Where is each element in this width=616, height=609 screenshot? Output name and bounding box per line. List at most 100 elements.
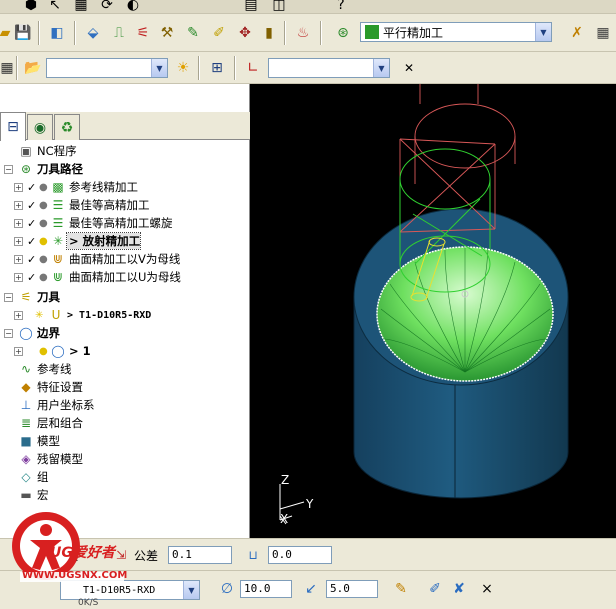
toolpath-item[interactable]: + ✓ ● ☰ 最佳等高精加工 <box>14 196 150 214</box>
tree-levels[interactable]: ≣ 层和组合 <box>4 414 83 432</box>
tree-nc-programs[interactable]: ▣ NC程序 <box>4 142 76 160</box>
bulb-icon[interactable]: ● <box>39 272 49 283</box>
thickness-field[interactable]: 0.0 <box>268 546 332 564</box>
light-icon[interactable]: ☀ <box>172 57 194 79</box>
toolpath-item[interactable]: + ✓ ● ☰ 最佳等高精加工螺旋 <box>14 214 173 232</box>
bulb-on-icon[interactable]: ● <box>27 346 49 357</box>
toolpath-folder-icon: ⊛ <box>20 162 32 176</box>
check-icon[interactable]: ✓ <box>27 199 39 212</box>
method-icon[interactable]: ⊛ <box>332 22 354 44</box>
tab-explorer[interactable]: ⊟ <box>0 112 26 141</box>
tree-reference-lines[interactable]: ∿ 参考线 <box>4 360 72 378</box>
save-icon[interactable]: 💾 <box>12 22 34 44</box>
toolpath-item[interactable]: + ✓ ● ▩ 参考线精加工 <box>14 178 138 196</box>
move-icon[interactable]: ✥ <box>234 22 256 44</box>
scene-3d <box>279 84 569 525</box>
chevron-down-icon[interactable]: ▼ <box>183 581 199 599</box>
tree-groups[interactable]: ◇ 组 <box>4 468 48 486</box>
bulb-icon[interactable]: ● <box>39 200 49 211</box>
block-icon[interactable]: ◧ <box>46 22 68 44</box>
expand-icon[interactable]: + <box>14 182 23 192</box>
radius-field[interactable]: 5.0 <box>326 580 378 598</box>
calculator-icon[interactable]: ▦ <box>592 22 614 44</box>
constant-z-icon: ☰ <box>52 198 64 212</box>
surface-icon: ⋓ <box>52 270 64 284</box>
toolpath-radial <box>376 246 554 382</box>
toolpath-item[interactable]: + ✓ ● ⋓ 曲面精加工以V为母线 <box>14 250 180 268</box>
tolerance-field[interactable]: 0.1 <box>168 546 232 564</box>
chevron-down-icon[interactable]: ▼ <box>151 59 167 77</box>
explorer-tabs: ⊟ ◉ ♻ <box>0 112 250 141</box>
surface-icon: ⋓ <box>52 252 64 266</box>
collapse-icon[interactable]: − <box>4 328 13 338</box>
check-icon[interactable]: ✓ <box>27 271 39 284</box>
macro-icon: ▬ <box>20 488 32 502</box>
check-icon[interactable]: ✓ <box>27 235 39 248</box>
tree-features[interactable]: ◆ 特征设置 <box>4 378 83 396</box>
expand-icon[interactable]: + <box>14 272 23 282</box>
thickness-icon[interactable]: ⊔ <box>242 544 264 566</box>
tab-globe[interactable]: ◉ <box>27 114 53 140</box>
workplane-select[interactable]: ▼ <box>268 58 390 78</box>
collapse-icon[interactable]: − <box>4 164 13 174</box>
tree-tools[interactable]: − ⚟ 刀具 <box>4 288 60 306</box>
expand-icon[interactable]: + <box>14 310 23 320</box>
close-button[interactable]: × <box>476 578 498 600</box>
expand-icon[interactable]: + <box>14 200 23 210</box>
bulb-icon[interactable]: ● <box>39 182 49 193</box>
toolpath-item-active[interactable]: + ✓ ● ✳ > 放射精加工 <box>14 232 142 250</box>
tree-toolpaths[interactable]: − ⊛ 刀具路径 <box>4 160 83 178</box>
edit-tool-icon[interactable]: ✎ <box>390 578 412 600</box>
brand-text: UG爱好者 <box>50 545 115 561</box>
leads-icon[interactable]: ♨ <box>292 22 314 44</box>
expand-icon[interactable]: + <box>14 346 23 356</box>
strategy-select[interactable]: 平行精加工 ▼ <box>360 22 552 42</box>
feed-icon[interactable]: ⎍ <box>108 22 130 44</box>
holder-icon[interactable]: ⚒ <box>156 22 178 44</box>
expand-icon[interactable]: + <box>14 254 23 264</box>
check-icon[interactable]: ✓ <box>27 253 39 266</box>
toolpath-item[interactable]: + ✓ ● ⋓ 曲面精加工以U为母线 <box>14 268 181 286</box>
tree-stock-models[interactable]: ◈ 残留模型 <box>4 450 83 468</box>
model-icon: ■ <box>20 434 32 448</box>
folder-icon[interactable]: 📂 <box>22 57 44 79</box>
graphics-viewport[interactable]: Z Y X <box>250 84 616 538</box>
tree-boundaries[interactable]: − ◯ 边界 <box>4 324 60 342</box>
close-icon[interactable]: ✕ <box>398 57 420 79</box>
level-select[interactable]: ▼ <box>46 58 168 78</box>
pen-icon[interactable]: ✐ <box>424 578 446 600</box>
chevron-down-icon[interactable]: ▼ <box>535 23 551 41</box>
collapse-icon[interactable]: − <box>4 292 13 302</box>
tool-icon[interactable]: ⚟ <box>132 22 154 44</box>
bulb-on-icon[interactable]: ● <box>39 236 49 247</box>
expand-icon[interactable]: + <box>14 218 23 228</box>
boundary-icon: ◯ <box>51 344 65 358</box>
axis-icon[interactable]: ∟ <box>242 57 264 79</box>
expand-icon[interactable]: + <box>14 236 23 246</box>
speed-text: 0K/S <box>78 598 99 608</box>
boundary-item[interactable]: + ● ◯ > 1 <box>14 342 91 360</box>
tool-folder-icon: ⚟ <box>20 290 32 304</box>
workplane-icon[interactable]: ⊞ <box>206 57 228 79</box>
tree-models[interactable]: ■ 模型 <box>4 432 60 450</box>
bulb-icon[interactable]: ● <box>39 218 49 229</box>
tree-user-coords[interactable]: ⊥ 用户坐标系 <box>4 396 95 414</box>
check-icon[interactable]: ✓ <box>27 181 39 194</box>
check-icon[interactable]: ✓ <box>27 217 39 230</box>
group-icon: ◇ <box>21 470 31 484</box>
reference-line-icon: ∿ <box>20 362 32 376</box>
bulb-icon[interactable]: ● <box>39 254 49 265</box>
tool-item[interactable]: + ✳ U > T1-D10R5-RXD <box>14 306 151 324</box>
wrench-icon[interactable]: ✘ <box>448 578 470 600</box>
magnet-icon[interactable]: ✐ <box>208 22 230 44</box>
cut-icon[interactable]: ▮ <box>258 22 280 44</box>
wizard-icon[interactable]: ✎ <box>182 22 204 44</box>
axis-y-label: Y <box>306 497 314 511</box>
top-toolbar-strip: ⬢ ↖ ▦ ⟳ ◐ ▤ ◫ ? <box>0 0 616 14</box>
chevron-down-icon[interactable]: ▼ <box>373 59 389 77</box>
tab-recycle[interactable]: ♻ <box>54 114 80 140</box>
toolpath-icon[interactable]: ⬙ <box>82 22 104 44</box>
no-tool-icon[interactable]: ✗ <box>566 22 588 44</box>
strategy-icon <box>365 25 379 39</box>
diameter-field[interactable]: 10.0 <box>240 580 292 598</box>
